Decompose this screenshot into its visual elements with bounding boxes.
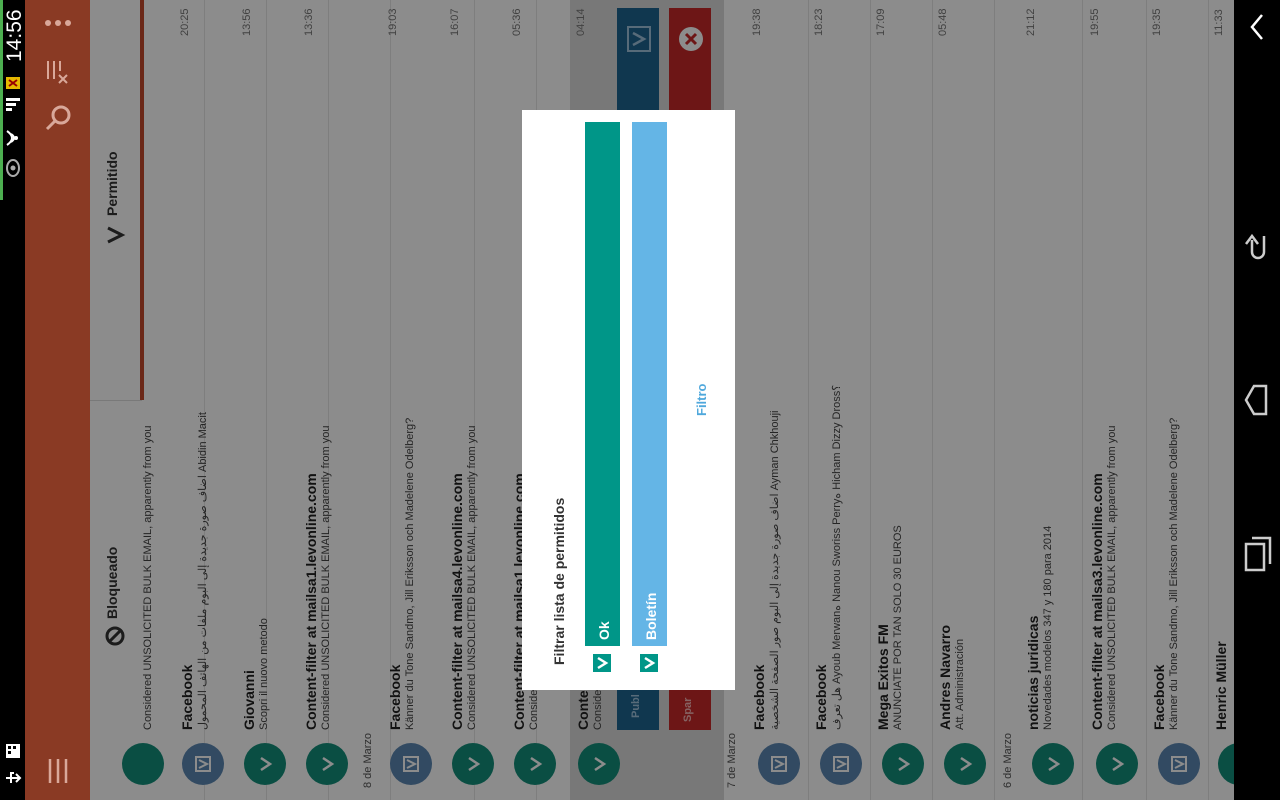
filter-button[interactable]: Filtro xyxy=(694,384,709,417)
back-icon[interactable] xyxy=(1242,228,1272,262)
eye-icon xyxy=(6,159,20,177)
wifi-icon xyxy=(6,130,18,146)
recording-icon xyxy=(6,77,20,89)
chevron-left-icon[interactable] xyxy=(1246,12,1268,42)
option-boletin-checkbox[interactable] xyxy=(640,654,658,672)
navigation-bar xyxy=(1234,0,1280,800)
menu-icon[interactable] xyxy=(45,757,71,785)
option-boletin-label: Boletín xyxy=(643,592,659,640)
clear-filter-icon[interactable] xyxy=(44,57,70,87)
status-bar: 14:56 xyxy=(0,0,26,800)
option-boletin[interactable]: Boletín xyxy=(632,122,667,646)
calendar-icon xyxy=(6,744,20,758)
usb-icon xyxy=(6,772,22,783)
filter-dialog: Filtrar lista de permitidos Ok Boletín F… xyxy=(522,110,735,690)
action-bar xyxy=(25,0,90,800)
checkbox-check-icon xyxy=(644,656,656,670)
home-icon[interactable] xyxy=(1242,380,1272,420)
option-ok[interactable]: Ok xyxy=(585,122,620,646)
recent-apps-icon[interactable] xyxy=(1242,534,1272,574)
status-time: 14:56 xyxy=(3,9,26,62)
search-icon[interactable] xyxy=(43,103,73,133)
signal-icon xyxy=(6,98,20,111)
dialog-title: Filtrar lista de permitidos xyxy=(551,497,567,665)
checkbox-check-icon xyxy=(597,656,609,670)
option-ok-checkbox[interactable] xyxy=(593,654,611,672)
option-ok-label: Ok xyxy=(596,621,612,640)
overflow-menu-icon[interactable] xyxy=(44,13,72,33)
